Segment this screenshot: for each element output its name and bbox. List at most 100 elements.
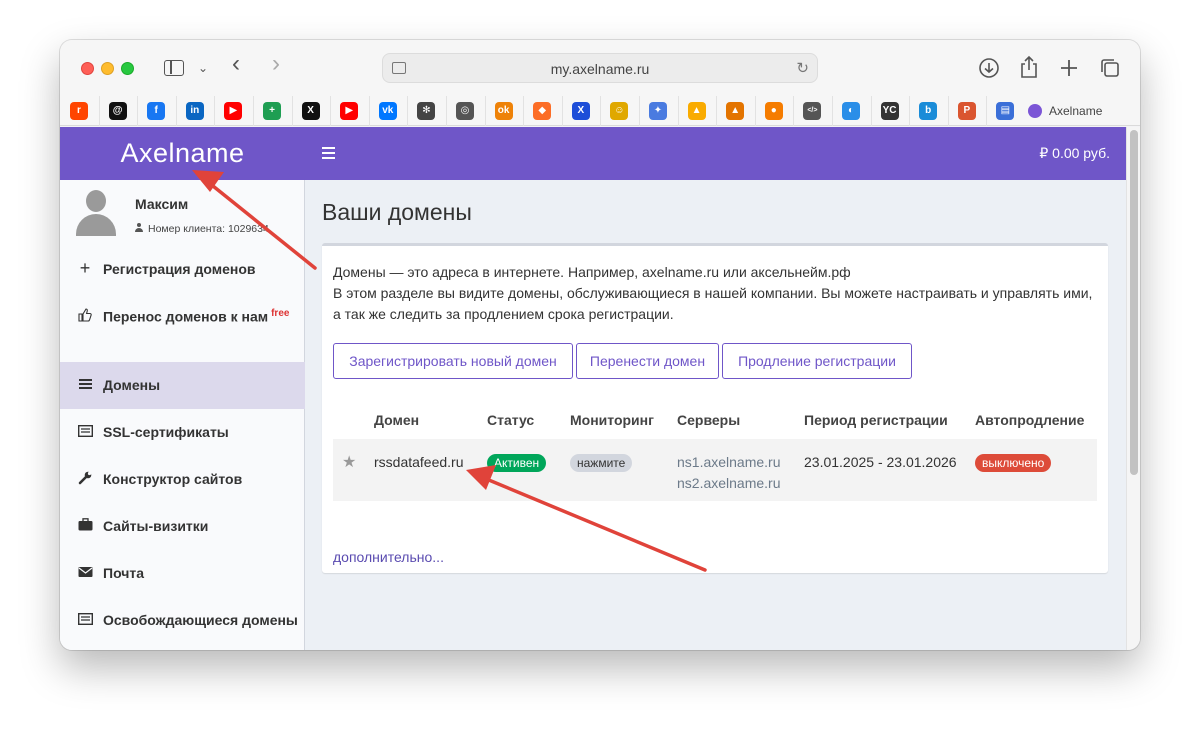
wrench-icon bbox=[77, 471, 93, 488]
transfer-domain-button[interactable]: Перенести домен bbox=[576, 343, 719, 379]
favorites-separator bbox=[330, 96, 332, 126]
bing-icon[interactable]: b bbox=[919, 102, 938, 120]
gitlab-icon[interactable]: ◆ bbox=[533, 102, 552, 120]
threads-icon[interactable]: @ bbox=[108, 102, 127, 120]
youtube-icon[interactable]: ▶ bbox=[224, 102, 243, 120]
sidebar-item-ssl[interactable]: SSL-сертификаты bbox=[60, 409, 305, 456]
sidebar-item-label: Перенос доменов к нам bbox=[103, 308, 269, 325]
autorenew-badge[interactable]: выключено bbox=[975, 454, 1052, 472]
scrollbar-thumb[interactable] bbox=[1130, 130, 1138, 475]
docs-icon[interactable]: ▤ bbox=[996, 102, 1015, 120]
sidebar-item-domain-transfer[interactable]: Перенос доменов к нам free bbox=[60, 293, 305, 340]
sidebar-item-business-cards[interactable]: Сайты-визитки bbox=[60, 503, 305, 550]
browser-window: ⌄ ‹ › my.axelname.ru ↻ Axelname r @ f in bbox=[60, 40, 1140, 650]
domain-name-link[interactable]: rssdatafeed.ru bbox=[374, 454, 464, 470]
odnoklassniki-icon[interactable]: ok bbox=[494, 102, 513, 120]
forward-icon[interactable]: › bbox=[272, 52, 280, 76]
reload-icon[interactable]: ↻ bbox=[796, 59, 809, 77]
sidebar-item-label: Регистрация доменов bbox=[103, 261, 256, 277]
sidebar-toggle-icon[interactable] bbox=[164, 60, 184, 76]
x-icon[interactable]: X bbox=[301, 102, 320, 120]
client-number: Номер клиента: 1029634 bbox=[135, 223, 269, 235]
sidebar-item-site-builder[interactable]: Конструктор сайтов bbox=[60, 456, 305, 503]
menu-toggle-icon[interactable] bbox=[322, 147, 335, 162]
sheets-icon[interactable]: + bbox=[263, 102, 281, 120]
client-number-text: Номер клиента: 1029634 bbox=[148, 223, 269, 235]
tab-axelname[interactable]: Axelname bbox=[1020, 96, 1130, 126]
sidebar-item-expiring-domains[interactable]: Освобождающиеся домены bbox=[60, 597, 305, 644]
code-icon[interactable]: </> bbox=[803, 102, 822, 120]
registration-period: 23.01.2025 - 23.01.2026 bbox=[804, 454, 957, 470]
minimize-window-button[interactable] bbox=[101, 62, 114, 75]
favorite-star-icon[interactable]: ★ bbox=[342, 452, 356, 472]
url-text: my.axelname.ru bbox=[550, 61, 650, 77]
domains-panel: Домены — это адреса в интернете. Наприме… bbox=[322, 243, 1108, 573]
vk-icon[interactable]: vk bbox=[378, 102, 397, 120]
intro-line: В этом разделе вы видите домены, обслужи… bbox=[333, 285, 1093, 301]
certificate-icon bbox=[77, 424, 93, 440]
web-page: Axelname ₽ 0.00 руб. Максим Номер клиент… bbox=[60, 127, 1126, 650]
intro-line: Домены — это адреса в интернете. Наприме… bbox=[333, 264, 851, 280]
user-panel: Максим Номер клиента: 1029634 bbox=[60, 180, 305, 240]
browser-toolbar: ⌄ ‹ › my.axelname.ru ↻ bbox=[60, 40, 1140, 96]
favorites-separator bbox=[909, 96, 911, 126]
emoji-icon[interactable]: ☺ bbox=[610, 102, 629, 120]
page-scrollbar[interactable] bbox=[1126, 127, 1140, 650]
column-header-servers: Серверы bbox=[677, 412, 741, 428]
analytics-icon[interactable]: ▲ bbox=[726, 102, 745, 120]
account-balance[interactable]: ₽ 0.00 руб. bbox=[1039, 145, 1110, 162]
address-bar[interactable]: my.axelname.ru ↻ bbox=[382, 53, 818, 83]
linkedin-icon[interactable]: in bbox=[185, 102, 204, 120]
new-tab-icon[interactable] bbox=[1059, 58, 1079, 78]
share-icon[interactable] bbox=[1019, 55, 1039, 79]
youtube-icon[interactable]: ▶ bbox=[340, 102, 359, 120]
site-logo[interactable]: Axelname bbox=[60, 127, 305, 180]
sidebar-item-mail[interactable]: Почта bbox=[60, 550, 305, 597]
tab-overview-icon[interactable] bbox=[1099, 57, 1121, 79]
favorites-separator bbox=[175, 96, 177, 126]
sidebar: Максим Номер клиента: 1029634 + Регистра… bbox=[60, 180, 305, 650]
favorites-separator bbox=[870, 96, 872, 126]
close-window-button[interactable] bbox=[81, 62, 94, 75]
favorites-separator bbox=[484, 96, 486, 126]
column-header-status: Статус bbox=[487, 412, 535, 428]
sidebar-item-label: SSL-сертификаты bbox=[103, 424, 229, 440]
openai-icon[interactable]: ✻ bbox=[417, 102, 436, 120]
yc-icon[interactable]: YC bbox=[880, 102, 899, 120]
favorites-separator bbox=[291, 96, 293, 126]
favorites-separator bbox=[407, 96, 409, 126]
free-badge: free bbox=[271, 308, 290, 319]
orange-circle-icon[interactable]: ● bbox=[764, 102, 783, 120]
download-icon[interactable] bbox=[978, 57, 1000, 79]
sidebar-item-label: Сайты-визитки bbox=[103, 518, 209, 534]
column-header-period: Период регистрации bbox=[804, 412, 948, 428]
reddit-icon[interactable]: r bbox=[70, 102, 88, 120]
producthunt-icon[interactable]: P bbox=[957, 102, 976, 120]
monitoring-button[interactable]: нажмите bbox=[570, 454, 633, 472]
sidebar-item-label: Конструктор сайтов bbox=[103, 471, 243, 487]
facebook-icon[interactable]: f bbox=[147, 102, 166, 120]
chevron-down-icon[interactable]: ⌄ bbox=[198, 58, 208, 78]
favorites-separator bbox=[561, 96, 563, 126]
user-name: Максим bbox=[135, 196, 189, 212]
thumbs-up-icon bbox=[77, 308, 93, 325]
back-icon[interactable]: ‹ bbox=[232, 52, 240, 76]
x-bookmark-icon[interactable]: X bbox=[571, 102, 590, 120]
register-domain-button[interactable]: Зарегистрировать новый домен bbox=[333, 343, 573, 379]
edge-icon[interactable]: ◐ bbox=[842, 102, 860, 120]
favorites-separator bbox=[137, 96, 139, 126]
analytics-icon[interactable]: ▲ bbox=[687, 102, 706, 120]
gemini-icon[interactable]: ✦ bbox=[649, 102, 667, 120]
avatar bbox=[75, 190, 117, 236]
favorites-separator bbox=[793, 96, 795, 126]
column-header-monitoring: Мониторинг bbox=[570, 412, 654, 428]
zoom-window-button[interactable] bbox=[121, 62, 134, 75]
list-icon bbox=[77, 377, 93, 393]
renew-registration-button[interactable]: Продление регистрации bbox=[722, 343, 912, 379]
sidebar-item-domains[interactable]: Домены bbox=[60, 362, 305, 409]
sidebar-item-domain-registration[interactable]: + Регистрация доменов bbox=[60, 246, 305, 293]
status-badge: Активен bbox=[487, 454, 547, 472]
compass-icon[interactable]: ◎ bbox=[456, 102, 474, 120]
column-header-domain: Домен bbox=[374, 412, 420, 428]
more-link[interactable]: дополнительно... bbox=[333, 549, 444, 565]
